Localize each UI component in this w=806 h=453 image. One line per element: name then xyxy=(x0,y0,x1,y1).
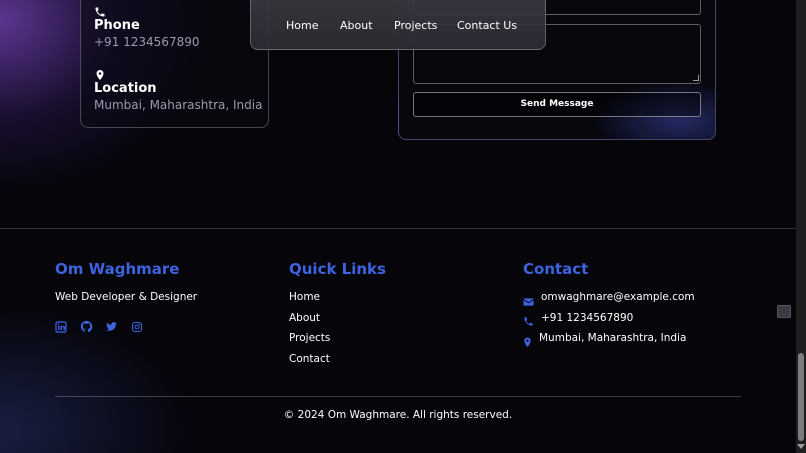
phone-title: Phone xyxy=(94,18,140,33)
contact-heading: Contact xyxy=(523,260,589,278)
nav-link-projects[interactable]: Projects xyxy=(394,19,437,32)
phone-value: +91 1234567890 xyxy=(94,35,200,49)
github-icon[interactable] xyxy=(80,318,94,333)
location-value: Mumbai, Maharashtra, India xyxy=(94,98,263,112)
scrollbar-thumb[interactable] xyxy=(798,353,804,441)
envelope-icon xyxy=(523,292,535,306)
footer-link-contact[interactable]: Contact xyxy=(289,353,330,365)
nav-link-contact-us[interactable]: Contact Us xyxy=(457,19,517,32)
location-title: Location xyxy=(94,81,157,96)
footer-phone: +91 1234567890 xyxy=(541,312,634,324)
scroll-down-arrow-icon[interactable] xyxy=(797,444,805,449)
floating-widget-icon[interactable] xyxy=(777,305,791,318)
page: Phone +91 1234567890 Location Mumbai, Ma… xyxy=(0,0,796,453)
phone-icon xyxy=(523,312,535,326)
footer-link-home[interactable]: Home xyxy=(289,291,320,303)
twitter-icon[interactable] xyxy=(105,318,119,332)
footer-location: Mumbai, Maharashtra, India xyxy=(539,332,687,344)
nav-link-about[interactable]: About xyxy=(340,19,373,32)
footer-email[interactable]: omwaghmare@example.com xyxy=(541,291,695,303)
linkedin-icon[interactable] xyxy=(55,318,69,333)
footer-bottom-divider xyxy=(55,396,741,397)
footer-divider xyxy=(0,228,796,229)
footer-tagline: Web Developer & Designer xyxy=(55,291,198,303)
footer-link-about[interactable]: About xyxy=(289,312,320,324)
location-pin-icon xyxy=(523,333,535,348)
nav-link-home[interactable]: Home xyxy=(286,19,318,32)
instagram-icon[interactable] xyxy=(131,318,145,333)
location-pin-icon xyxy=(94,66,106,80)
send-message-button[interactable]: Send Message xyxy=(413,92,701,117)
textarea-resize-handle[interactable] xyxy=(693,75,699,81)
copyright-text: © 2024 Om Waghmare. All rights reserved. xyxy=(283,409,513,421)
footer-link-projects[interactable]: Projects xyxy=(289,332,330,344)
footer-brand: Om Waghmare xyxy=(55,260,180,278)
quick-links-heading: Quick Links xyxy=(289,260,386,278)
phone-icon xyxy=(94,3,106,17)
